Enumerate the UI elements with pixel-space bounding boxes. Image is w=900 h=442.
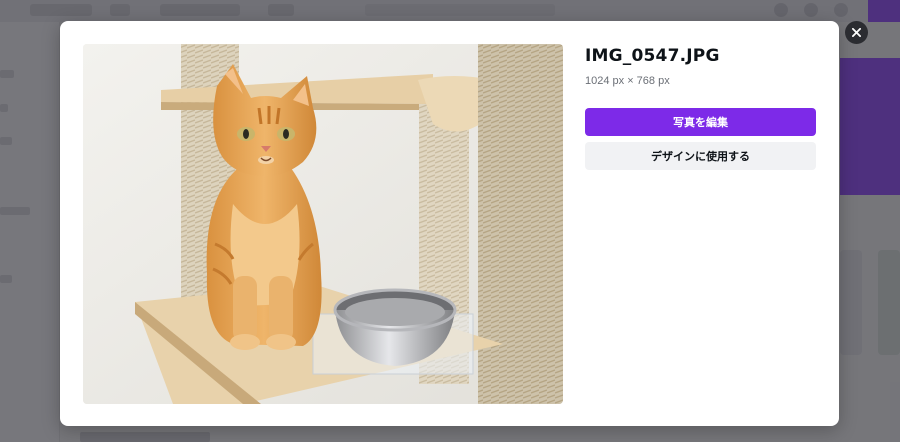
image-info-panel: IMG_0547.JPG 1024 px × 768 px 写真を編集 デザイン… <box>585 44 816 170</box>
cat-photo <box>83 44 563 404</box>
image-preview <box>83 44 563 404</box>
use-in-design-button[interactable]: デザインに使用する <box>585 142 816 170</box>
close-modal-button[interactable] <box>845 21 868 44</box>
image-dimensions: 1024 px × 768 px <box>585 75 670 87</box>
edit-photo-button[interactable]: 写真を編集 <box>585 108 816 136</box>
image-preview-modal: IMG_0547.JPG 1024 px × 768 px 写真を編集 デザイン… <box>60 21 839 426</box>
image-filename: IMG_0547.JPG <box>585 46 720 66</box>
close-icon <box>852 28 861 37</box>
